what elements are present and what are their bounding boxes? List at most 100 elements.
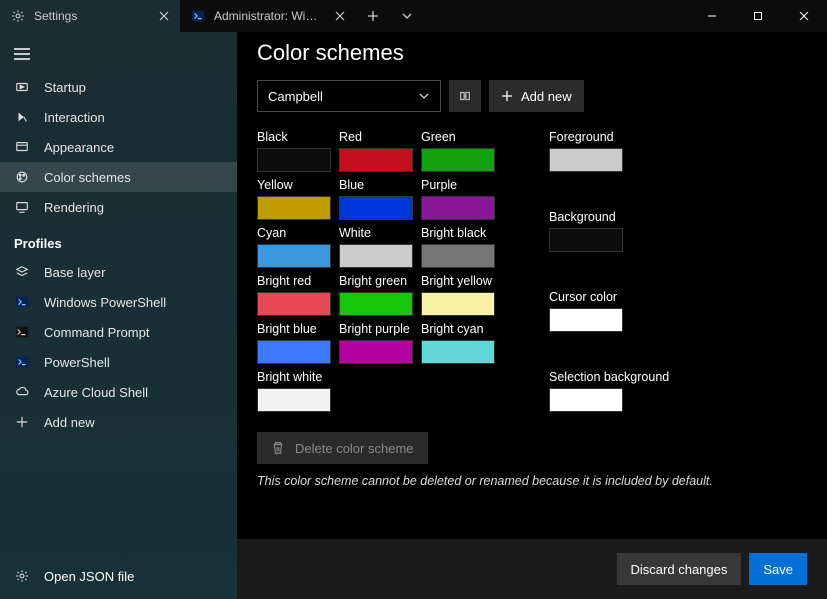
discard-label: Discard changes xyxy=(631,562,728,577)
delete-scheme-button[interactable]: Delete color scheme xyxy=(257,432,428,464)
maximize-button[interactable] xyxy=(735,0,781,32)
titlebar: Settings Administrator: Windows PowerS xyxy=(0,0,827,32)
tab-dropdown-button[interactable] xyxy=(390,0,424,32)
color-swatch[interactable] xyxy=(339,292,413,316)
discard-changes-button[interactable]: Discard changes xyxy=(617,553,742,585)
open-json-file[interactable]: Open JSON file xyxy=(0,553,237,599)
swatch-bright-red: Bright red xyxy=(257,274,331,316)
add-new-scheme-button[interactable]: Add new xyxy=(489,80,584,112)
ps-icon xyxy=(14,294,30,310)
color-swatch[interactable] xyxy=(257,148,331,172)
color-swatch[interactable] xyxy=(421,292,495,316)
swatch-selection-background: Selection background xyxy=(549,370,729,412)
sidebar-item-azure-cloud-shell[interactable]: Azure Cloud Shell xyxy=(0,377,237,407)
sidebar-item-label: Windows PowerShell xyxy=(44,295,166,310)
delete-scheme-label: Delete color scheme xyxy=(295,441,414,456)
sidebar-item-label: Base layer xyxy=(44,265,105,280)
new-tab-button[interactable] xyxy=(356,0,390,32)
color-swatch[interactable] xyxy=(257,388,331,412)
cmd-icon xyxy=(14,324,30,340)
play-icon xyxy=(14,79,30,95)
color-swatch[interactable] xyxy=(257,244,331,268)
swatch-foreground: Foreground xyxy=(549,130,729,172)
swatch-label: Cursor color xyxy=(549,290,729,304)
save-button[interactable]: Save xyxy=(749,553,807,585)
window-controls xyxy=(689,0,827,32)
sidebar-item-windows-powershell[interactable]: Windows PowerShell xyxy=(0,287,237,317)
color-swatch[interactable] xyxy=(257,292,331,316)
chevron-down-icon xyxy=(418,90,430,102)
swatch-label: Selection background xyxy=(549,370,729,384)
swatch-label: Foreground xyxy=(549,130,729,144)
titlebar-drag-area xyxy=(424,0,689,32)
hamburger-button[interactable] xyxy=(0,36,237,72)
color-swatch[interactable] xyxy=(339,244,413,268)
sidebar-item-appearance[interactable]: Appearance xyxy=(0,132,237,162)
page-title: Color schemes xyxy=(257,40,807,66)
color-swatch[interactable] xyxy=(549,388,623,412)
sidebar-item-command-prompt[interactable]: Command Prompt xyxy=(0,317,237,347)
swatch-label: Bright yellow xyxy=(421,274,495,288)
color-swatch[interactable] xyxy=(257,340,331,364)
color-swatch[interactable] xyxy=(549,308,623,332)
swatch-bright-black: Bright black xyxy=(421,226,495,268)
sidebar-item-color-schemes[interactable]: Color schemes xyxy=(0,162,237,192)
sidebar-item-powershell[interactable]: PowerShell xyxy=(0,347,237,377)
close-icon[interactable] xyxy=(156,8,172,24)
color-swatch[interactable] xyxy=(549,228,623,252)
color-swatch[interactable] xyxy=(549,148,623,172)
color-swatch[interactable] xyxy=(339,148,413,172)
close-window-button[interactable] xyxy=(781,0,827,32)
tab-title: Settings xyxy=(34,9,148,23)
sidebar-item-interaction[interactable]: Interaction xyxy=(0,102,237,132)
content-area: Color schemes Campbell xyxy=(237,32,827,599)
rename-scheme-button[interactable] xyxy=(449,80,481,112)
swatch-label: Bright black xyxy=(421,226,495,240)
swatch-label: Bright red xyxy=(257,274,331,288)
sidebar-item-startup[interactable]: Startup xyxy=(0,72,237,102)
color-swatch[interactable] xyxy=(421,340,495,364)
sidebar-item-label: Add new xyxy=(44,415,95,430)
swatch-label: Blue xyxy=(339,178,413,192)
color-swatch[interactable] xyxy=(421,148,495,172)
tab-settings[interactable]: Settings xyxy=(0,0,180,32)
color-swatch[interactable] xyxy=(257,196,331,220)
sidebar-item-rendering[interactable]: Rendering xyxy=(0,192,237,222)
sidebar-item-label: Interaction xyxy=(44,110,105,125)
swatch-background: Background xyxy=(549,210,729,252)
tab-powershell[interactable]: Administrator: Windows PowerS xyxy=(180,0,356,32)
footer-bar: Discard changes Save xyxy=(237,539,827,599)
swatch-green: Green xyxy=(421,130,495,172)
sidebar-item-base-layer[interactable]: Base layer xyxy=(0,257,237,287)
color-swatch[interactable] xyxy=(339,340,413,364)
color-swatch[interactable] xyxy=(421,196,495,220)
color-swatch[interactable] xyxy=(339,196,413,220)
sidebar-item-label: Command Prompt xyxy=(44,325,149,340)
swatch-label: Bright white xyxy=(257,370,331,384)
scheme-readonly-note: This color scheme cannot be deleted or r… xyxy=(257,474,807,488)
swatch-black: Black xyxy=(257,130,331,172)
sidebar-item-add-new[interactable]: Add new xyxy=(0,407,237,437)
tab-title: Administrator: Windows PowerS xyxy=(214,9,324,23)
swatch-bright-cyan: Bright cyan xyxy=(421,322,495,364)
swatch-bright-green: Bright green xyxy=(339,274,413,316)
swatch-bright-purple: Bright purple xyxy=(339,322,413,364)
swatch-label: Bright cyan xyxy=(421,322,495,336)
appear-icon xyxy=(14,139,30,155)
cloud-icon xyxy=(14,384,30,400)
swatch-red: Red xyxy=(339,130,413,172)
sidebar-item-label: Startup xyxy=(44,80,86,95)
scheme-select[interactable]: Campbell xyxy=(257,80,441,112)
color-swatch[interactable] xyxy=(421,244,495,268)
powershell-icon xyxy=(190,8,206,24)
sidebar: Startup Interaction Appearance Color scheme… xyxy=(0,32,237,599)
minimize-button[interactable] xyxy=(689,0,735,32)
sidebar-item-label: Azure Cloud Shell xyxy=(44,385,148,400)
swatch-label: Black xyxy=(257,130,331,144)
close-icon[interactable] xyxy=(332,8,348,24)
swatch-label: Yellow xyxy=(257,178,331,192)
swatch-purple: Purple xyxy=(421,178,495,220)
sidebar-item-label: Appearance xyxy=(44,140,114,155)
sidebar-footer-label: Open JSON file xyxy=(44,569,134,584)
plus-icon xyxy=(501,90,513,102)
